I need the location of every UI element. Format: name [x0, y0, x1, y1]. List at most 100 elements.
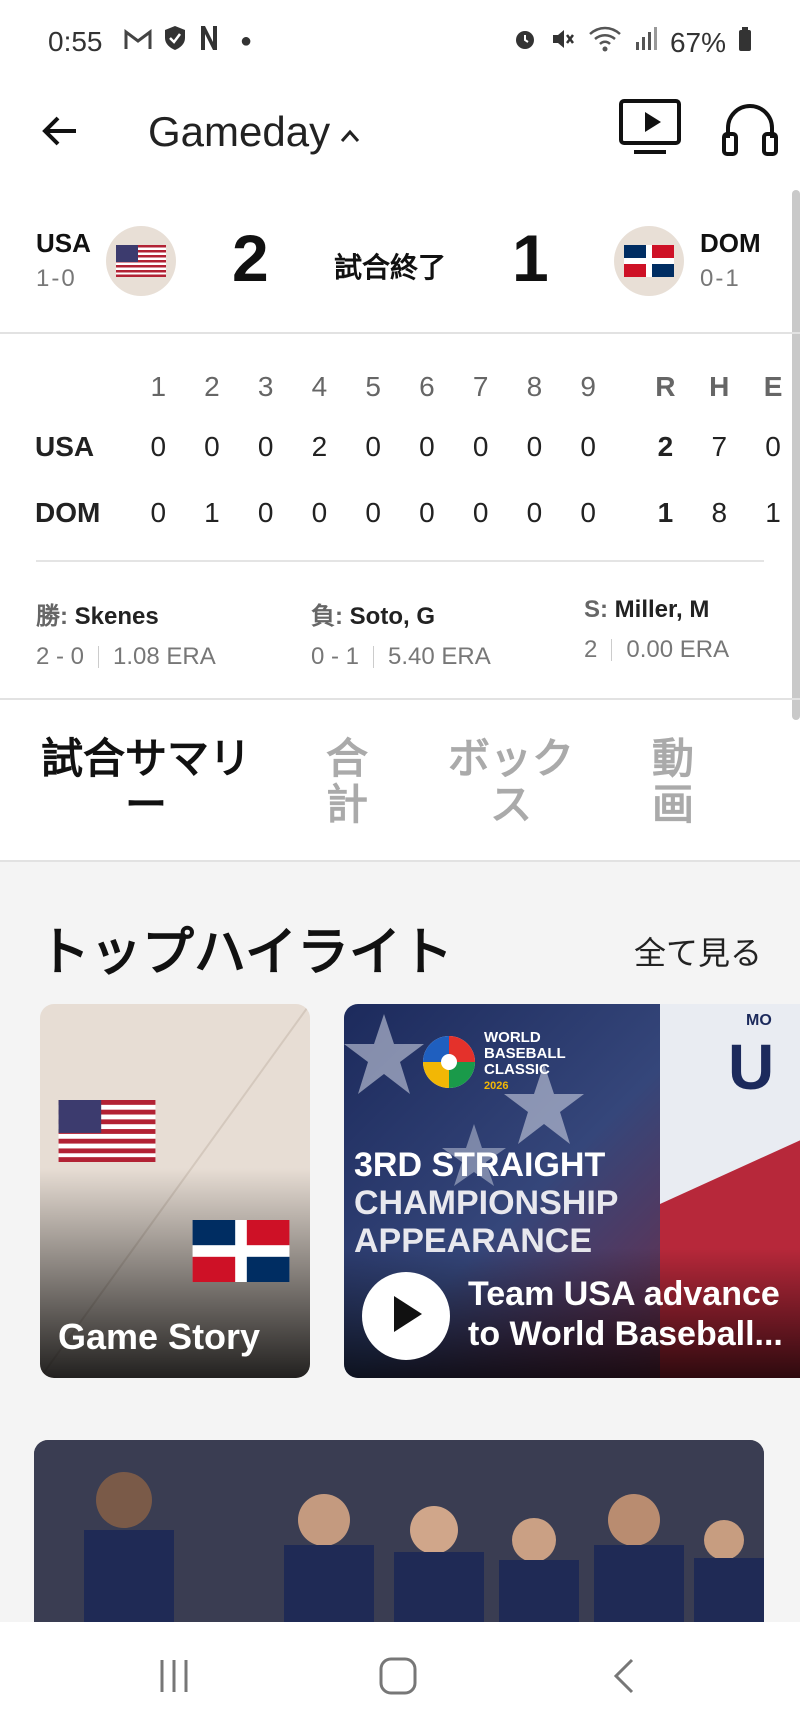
pitcher-name: Miller, M — [614, 596, 710, 623]
pitcher-record: 0 - 1 — [311, 643, 360, 670]
video-highlight-card[interactable]: WORLD BASEBALL CLASSIC 2026 3RD STRAIGHT… — [344, 1004, 800, 1378]
inning-runs: 0 — [526, 497, 543, 528]
inning-runs: 0 — [580, 431, 596, 462]
play-button[interactable] — [362, 1272, 450, 1360]
headphones-icon[interactable] — [720, 98, 780, 163]
video-title: Team USA advance to World Baseball... — [468, 1275, 783, 1353]
home-icon[interactable] — [378, 1656, 418, 1701]
dom-flag-icon — [190, 1220, 292, 1287]
away-team-abbr: USA — [36, 228, 91, 258]
away-team-record: 1-0 — [36, 265, 77, 292]
tab-game-summary[interactable]: 試合サマリー — [36, 736, 256, 828]
photo-card[interactable] — [34, 1440, 764, 1640]
pitcher-record: 2 — [584, 636, 598, 663]
total-hits: 7 — [711, 431, 728, 462]
back-arrow-icon[interactable] — [36, 106, 86, 156]
status-time: 0:55 — [48, 26, 103, 57]
signal-icon — [634, 26, 658, 59]
dom-flag-icon[interactable] — [614, 226, 684, 296]
losing-pitcher[interactable]: 負: Soto, G 0 - 1 5.40 ERA — [311, 596, 491, 671]
inning-header: 6 — [419, 371, 435, 402]
inning-runs: 0 — [257, 497, 274, 528]
inning-runs: 0 — [365, 497, 381, 528]
play-icon — [386, 1292, 426, 1341]
chevron-up-icon — [338, 108, 362, 156]
n-icon — [198, 24, 220, 59]
back-nav-icon[interactable] — [610, 1656, 638, 1701]
pitcher-era: 1.08 ERA — [113, 643, 216, 670]
inning-header: 1 — [150, 371, 167, 402]
inning-runs: 0 — [204, 431, 220, 462]
home-team-info: DOM 0-1 — [700, 228, 761, 293]
total-runs: 1 — [657, 497, 674, 528]
battery-icon — [738, 26, 752, 59]
inning-header: 8 — [526, 371, 543, 402]
battery-level: 67% — [669, 26, 726, 58]
total-errors: 1 — [765, 497, 781, 528]
save-pitcher[interactable]: S: Miller, M 2 0.00 ERA — [584, 596, 729, 664]
side-text-large: U — [728, 1031, 775, 1103]
inning-runs: 0 — [365, 431, 381, 462]
tv-play-icon[interactable] — [618, 98, 682, 161]
side-text: MO — [746, 1012, 772, 1029]
linescore-row-home: DOM 0 1 0 0 0 0 0 0 0 1 8 1 — [34, 480, 800, 546]
alarm-icon — [512, 26, 538, 59]
mute-icon — [550, 26, 576, 59]
errors-header: E — [763, 371, 783, 402]
inning-runs: 0 — [419, 497, 435, 528]
total-errors: 0 — [765, 431, 781, 462]
pitcher-era: 5.40 ERA — [388, 643, 491, 670]
dot-icon: ● — [240, 30, 253, 52]
pitcher-record: 2 - 0 — [36, 643, 85, 670]
inning-header: 4 — [311, 371, 328, 402]
usa-flag-icon — [56, 1100, 158, 1167]
inning-runs: 1 — [204, 497, 220, 528]
divider — [36, 560, 764, 562]
see-all-link[interactable]: 全て見る — [634, 928, 762, 974]
section-title: トップハイライト — [38, 924, 453, 982]
inning-header: 3 — [257, 371, 274, 402]
pitcher-name: Soto, G — [349, 603, 435, 630]
pitcher-name: Skenes — [74, 603, 159, 630]
inning-header: 9 — [580, 371, 596, 402]
card-headline: 3RD STRAIGHT CHAMPIONSHIP APPEARANCE — [354, 1146, 619, 1260]
inning-runs: 0 — [150, 497, 167, 528]
recent-apps-icon[interactable] — [156, 1658, 192, 1699]
linescore-table: 1 2 3 4 5 6 7 8 9 R H E USA 0 0 0 2 0 0 … — [34, 360, 800, 546]
inning-runs: 0 — [311, 497, 328, 528]
inning-runs: 0 — [472, 431, 489, 462]
shield-icon — [162, 24, 188, 59]
runs-header: R — [655, 371, 676, 402]
away-score: 2 — [232, 221, 269, 295]
page-title: Gameday — [148, 108, 331, 155]
home-score: 1 — [512, 221, 549, 295]
tab-box[interactable]: ボックス — [446, 736, 576, 828]
divider — [0, 698, 800, 700]
gameday-title-dropdown[interactable]: Gameday — [148, 108, 362, 156]
card-label: Game Story — [58, 1316, 261, 1357]
wbc-logo-icon — [423, 1036, 475, 1088]
inning-runs: 0 — [257, 431, 274, 462]
tab-totals[interactable]: 合計 — [324, 736, 370, 828]
team-celebration-photo — [34, 1440, 764, 1640]
app-bar: Gameday — [0, 86, 800, 196]
inning-runs: 0 — [150, 431, 167, 462]
linescore-row-away: USA 0 0 0 2 0 0 0 0 0 2 7 0 — [34, 414, 800, 480]
wifi-icon — [588, 26, 622, 59]
game-state: 試合終了 — [334, 252, 447, 283]
status-bar: 0:55 ● 67% — [0, 0, 800, 86]
inning-runs: 2 — [311, 431, 328, 462]
home-team-abbr: DOM — [700, 228, 761, 258]
inning-runs: 0 — [580, 497, 596, 528]
gmail-icon — [124, 26, 152, 58]
tab-video[interactable]: 動画 — [650, 736, 696, 828]
linescore-header-row: 1 2 3 4 5 6 7 8 9 R H E — [34, 360, 800, 414]
divider — [0, 332, 800, 334]
home-team-record: 0-1 — [700, 265, 741, 292]
game-story-card[interactable]: Game Story — [40, 1004, 310, 1378]
usa-flag-icon[interactable] — [106, 226, 176, 296]
winning-pitcher[interactable]: 勝: Skenes 2 - 0 1.08 ERA — [36, 596, 216, 671]
total-hits: 8 — [711, 497, 728, 528]
pitcher-era: 0.00 ERA — [626, 636, 730, 663]
inning-runs: 0 — [526, 431, 543, 462]
